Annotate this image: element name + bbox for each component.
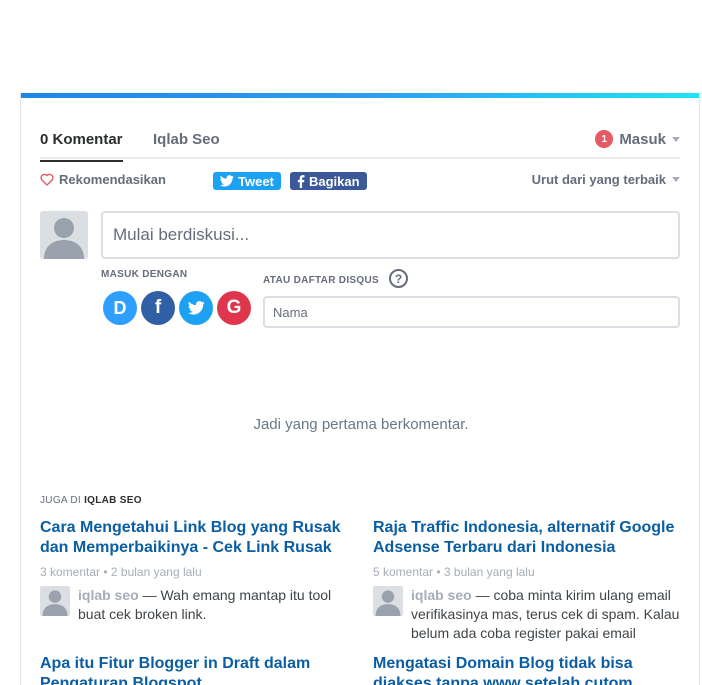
login-menu[interactable]: 1 Masuk [595, 130, 680, 148]
notification-badge[interactable]: 1 [595, 130, 614, 148]
share-label: Bagikan [309, 173, 360, 189]
avatar-placeholder-icon [375, 590, 401, 616]
thread-nav: 0 Komentar Iqlab Seo 1 Masuk [40, 122, 680, 162]
tab-comments[interactable]: 0 Komentar [40, 131, 123, 162]
related-discussion: Apa itu Fitur Blogger in Draft dalam Pen… [40, 654, 350, 685]
related-comment-text: iqlab seo — Wah emang mantap itu tool bu… [78, 586, 350, 624]
facebook-icon: f [154, 297, 162, 318]
related-comment[interactable]: iqlab seo — Wah emang mantap itu tool bu… [40, 586, 350, 624]
related-comment-text: iqlab seo — coba minta kirim ulang email… [411, 586, 683, 643]
chevron-down-icon [672, 177, 680, 182]
name-field[interactable]: Nama [263, 296, 680, 328]
disqus-login-button[interactable]: D [103, 291, 137, 325]
thread-toolbar: Rekomendasikan Tweet Bagikan Urut dari y… [40, 170, 680, 190]
facebook-login-button[interactable]: f [141, 291, 175, 325]
comment-author: iqlab seo [411, 587, 472, 603]
commenter-avatar [373, 586, 403, 616]
recommend-label: Rekomendasikan [59, 172, 166, 187]
tab-community[interactable]: Iqlab Seo [153, 131, 220, 148]
sort-dropdown[interactable]: Urut dari yang terbaik [532, 172, 680, 187]
avatar-placeholder-icon [44, 218, 84, 259]
tweet-label: Tweet [238, 173, 274, 189]
facebook-icon [297, 174, 305, 188]
related-meta: 3 komentar • 2 bulan yang lalu [40, 565, 202, 579]
login-label[interactable]: Masuk [619, 131, 666, 148]
also-on-prefix: JUGA DI [40, 495, 81, 506]
sort-label: Urut dari yang terbaik [531, 172, 666, 187]
related-title-link[interactable]: Raja Traffic Indonesia, alternatif Googl… [373, 518, 683, 558]
disqus-thread: 0 Komentar Iqlab Seo 1 Masuk Rekomendasi… [20, 93, 700, 685]
related-discussion: Mengatasi Domain Blog tidak bisa diakses… [373, 654, 683, 685]
comment-author: iqlab seo [78, 587, 139, 603]
also-on-heading: JUGA DI IQLAB SEO [40, 495, 142, 506]
help-icon[interactable]: ? [389, 269, 408, 288]
related-title-link[interactable]: Apa itu Fitur Blogger in Draft dalam Pen… [40, 654, 350, 685]
commenter-avatar [40, 586, 70, 616]
chevron-down-icon [672, 136, 680, 142]
google-icon: G [226, 297, 242, 318]
accent-bar [21, 93, 699, 98]
also-on-site[interactable]: IQLAB SEO [84, 495, 142, 506]
related-title-link[interactable]: Mengatasi Domain Blog tidak bisa diakses… [373, 654, 683, 685]
related-meta: 5 komentar • 3 bulan yang lalu [373, 565, 535, 579]
related-title-link[interactable]: Cara Mengetahui Link Blog yang Rusak dan… [40, 518, 350, 558]
related-discussion: Cara Mengetahui Link Blog yang Rusak dan… [40, 518, 350, 624]
twitter-icon [220, 175, 234, 187]
heart-icon [40, 173, 54, 186]
related-comment[interactable]: iqlab seo — coba minta kirim ulang email… [373, 586, 683, 643]
user-avatar [40, 211, 88, 259]
recommend-button[interactable]: Rekomendasikan [40, 172, 166, 187]
facebook-share-button[interactable]: Bagikan [290, 172, 367, 190]
disqus-icon: D [113, 297, 127, 318]
comment-input[interactable]: Mulai berdiskusi... [101, 211, 680, 259]
login-with-label: MASUK DENGAN [101, 269, 188, 280]
google-login-button[interactable]: G [217, 291, 251, 325]
twitter-login-button[interactable] [179, 291, 213, 325]
tweet-button[interactable]: Tweet [213, 172, 281, 190]
twitter-icon [187, 301, 205, 315]
guest-signup-label: ATAU DAFTAR DISQUS [263, 275, 379, 286]
related-discussion: Raja Traffic Indonesia, alternatif Googl… [373, 518, 683, 643]
avatar-placeholder-icon [42, 590, 68, 616]
empty-thread-message: Jadi yang pertama berkomentar. [253, 416, 469, 433]
